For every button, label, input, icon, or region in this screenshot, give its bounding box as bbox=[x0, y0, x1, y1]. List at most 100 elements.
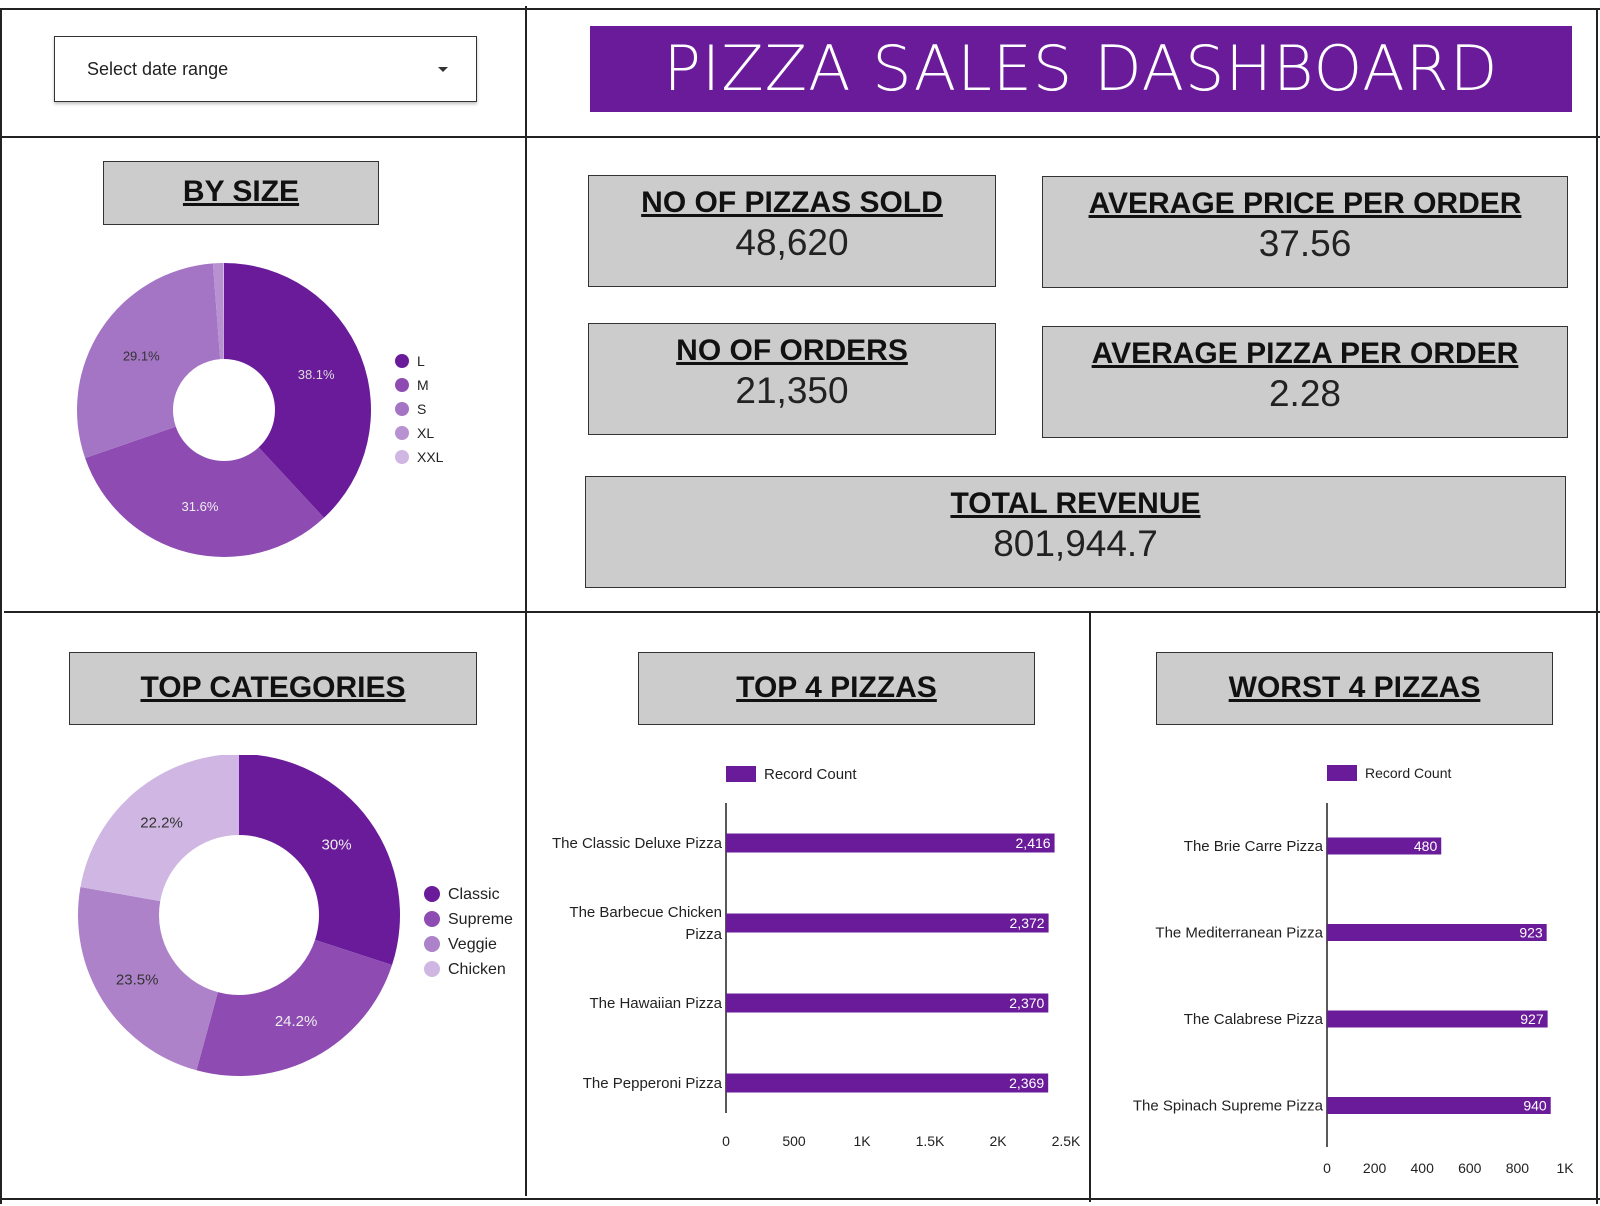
kpi-pizzas-sold-label: NO OF PIZZAS SOLD bbox=[641, 186, 943, 219]
divider-middle bbox=[4, 611, 1600, 613]
top-categories-donut-chart: 30% Classic 24.2% Supreme 23.5% Veggie 22.2% Ch… bbox=[77, 755, 513, 1076]
x-tick-label: 800 bbox=[1506, 1160, 1530, 1176]
border-left bbox=[0, 8, 2, 1204]
legend-label: Chicken bbox=[448, 961, 506, 978]
legend-marker bbox=[424, 961, 440, 977]
legend-label: Veggie bbox=[448, 936, 497, 953]
border-top bbox=[0, 8, 1600, 10]
divider-vertical-left bbox=[525, 6, 527, 1196]
legend-label: Supreme bbox=[448, 911, 513, 928]
kpi-total-revenue-value: 801,944.7 bbox=[993, 523, 1158, 564]
category-label: The Brie Carre Pizza bbox=[1184, 838, 1324, 855]
bar-value-label: 2,370 bbox=[1009, 995, 1044, 1011]
kpi-total-revenue: TOTAL REVENUE 801,944.7 bbox=[585, 476, 1566, 588]
legend-marker bbox=[395, 402, 409, 416]
kpi-total-revenue-label: TOTAL REVENUE bbox=[950, 487, 1201, 520]
slice-value-label: 22.2% bbox=[140, 815, 183, 832]
donut-slice-supreme bbox=[196, 939, 393, 1076]
legend-marker bbox=[395, 450, 409, 464]
kpi-orders: NO OF ORDERS 21,350 bbox=[588, 323, 996, 435]
border-right bbox=[1596, 8, 1598, 1204]
slice-value-label: 23.5% bbox=[116, 971, 159, 988]
category-label: Pizza bbox=[685, 926, 722, 943]
top-categories-title-box: TOP CATEGORIES bbox=[69, 652, 477, 725]
x-tick-label: 1K bbox=[1556, 1160, 1574, 1176]
date-range-dropdown[interactable]: Select date range bbox=[54, 36, 477, 102]
x-tick-label: 1K bbox=[853, 1133, 871, 1149]
legend-label: Record Count bbox=[764, 766, 857, 783]
kpi-avg-pizza: AVERAGE PIZZA PER ORDER 2.28 bbox=[1042, 326, 1568, 438]
x-tick-label: 400 bbox=[1411, 1160, 1435, 1176]
legend-label: M bbox=[417, 377, 429, 393]
by-size-title-box: BY SIZE bbox=[103, 161, 379, 225]
slice-value-label: 24.2% bbox=[275, 1013, 318, 1030]
legend-marker bbox=[424, 911, 440, 927]
x-tick-label: 1.5K bbox=[916, 1133, 945, 1149]
legend-label: L bbox=[417, 353, 425, 369]
top-categories-title: TOP CATEGORIES bbox=[140, 671, 406, 704]
bar bbox=[726, 1073, 1049, 1093]
top4-bar-chart: Record Count 2,416 The Classic Deluxe Pizz… bbox=[552, 766, 1081, 1149]
worst4-bar-chart: Record Count 480 The Brie Carre Pizza 923 Th… bbox=[1133, 765, 1574, 1176]
divider-header bbox=[0, 136, 1600, 138]
kpi-pizzas-sold: NO OF PIZZAS SOLD 48,620 bbox=[588, 175, 996, 287]
legend-marker bbox=[395, 354, 409, 368]
top4-title-box: TOP 4 PIZZAS bbox=[638, 652, 1035, 725]
category-label: The Classic Deluxe Pizza bbox=[552, 835, 723, 852]
legend-marker bbox=[395, 378, 409, 392]
x-tick-label: 0 bbox=[1323, 1160, 1331, 1176]
x-tick-label: 2K bbox=[989, 1133, 1007, 1149]
legend-label: Classic bbox=[448, 886, 500, 903]
x-tick-label: 600 bbox=[1458, 1160, 1482, 1176]
border-bottom bbox=[0, 1198, 1600, 1200]
category-label: The Pepperoni Pizza bbox=[583, 1075, 723, 1092]
x-tick-label: 0 bbox=[722, 1133, 730, 1149]
bar-value-label: 2,416 bbox=[1016, 835, 1051, 851]
kpi-orders-value: 21,350 bbox=[735, 370, 849, 411]
by-size-title: BY SIZE bbox=[182, 175, 300, 208]
bar-value-label: 927 bbox=[1520, 1011, 1544, 1027]
legend-marker bbox=[726, 766, 756, 782]
x-tick-label: 500 bbox=[782, 1133, 806, 1149]
bar-value-label: 480 bbox=[1414, 838, 1438, 854]
category-label: The Mediterranean Pizza bbox=[1155, 925, 1323, 942]
legend-marker bbox=[395, 426, 409, 440]
bar-value-label: 2,369 bbox=[1009, 1075, 1044, 1091]
top4-title: TOP 4 PIZZAS bbox=[736, 671, 937, 704]
dashboard-title: PIZZA SALES DASHBOARD bbox=[590, 26, 1572, 112]
donut-slice-classic bbox=[239, 755, 400, 966]
worst4-title: WORST 4 PIZZAS bbox=[1228, 671, 1481, 704]
bar bbox=[726, 833, 1055, 853]
kpi-avg-price: AVERAGE PRICE PER ORDER 37.56 bbox=[1042, 176, 1568, 288]
by-size-donut-chart: 38.1% L 31.6% M 29.1% S XL XXL bbox=[76, 263, 444, 557]
bar bbox=[1327, 924, 1547, 941]
kpi-pizzas-sold-value: 48,620 bbox=[735, 222, 849, 263]
legend-label: XL bbox=[417, 425, 434, 441]
legend-marker bbox=[424, 936, 440, 952]
category-label: The Barbecue Chicken bbox=[569, 904, 722, 921]
legend-marker bbox=[424, 886, 440, 902]
slice-value-label: 29.1% bbox=[123, 349, 160, 364]
kpi-avg-pizza-value: 2.28 bbox=[1268, 373, 1341, 414]
kpi-orders-label: NO OF ORDERS bbox=[676, 334, 908, 367]
bar-value-label: 923 bbox=[1519, 925, 1543, 941]
kpi-avg-price-label: AVERAGE PRICE PER ORDER bbox=[1088, 187, 1522, 220]
bar bbox=[1327, 1010, 1548, 1028]
category-label: The Spinach Supreme Pizza bbox=[1133, 1098, 1324, 1115]
divider-vertical-right bbox=[1089, 612, 1091, 1202]
bar bbox=[726, 913, 1049, 933]
legend-label: XXL bbox=[417, 449, 444, 465]
x-tick-label: 200 bbox=[1363, 1160, 1387, 1176]
legend-label: Record Count bbox=[1365, 765, 1451, 781]
bar-value-label: 940 bbox=[1523, 1098, 1547, 1114]
chevron-down-icon[interactable] bbox=[438, 67, 448, 72]
kpi-avg-pizza-label: AVERAGE PIZZA PER ORDER bbox=[1091, 337, 1519, 370]
kpi-avg-price-value: 37.56 bbox=[1258, 223, 1352, 264]
bar-value-label: 2,372 bbox=[1010, 915, 1045, 931]
x-tick-label: 2.5K bbox=[1052, 1133, 1081, 1149]
legend-marker bbox=[1327, 765, 1357, 781]
bar bbox=[726, 993, 1049, 1013]
category-label: The Calabrese Pizza bbox=[1184, 1011, 1324, 1028]
slice-value-label: 38.1% bbox=[298, 367, 335, 382]
worst4-title-box: WORST 4 PIZZAS bbox=[1156, 652, 1553, 725]
